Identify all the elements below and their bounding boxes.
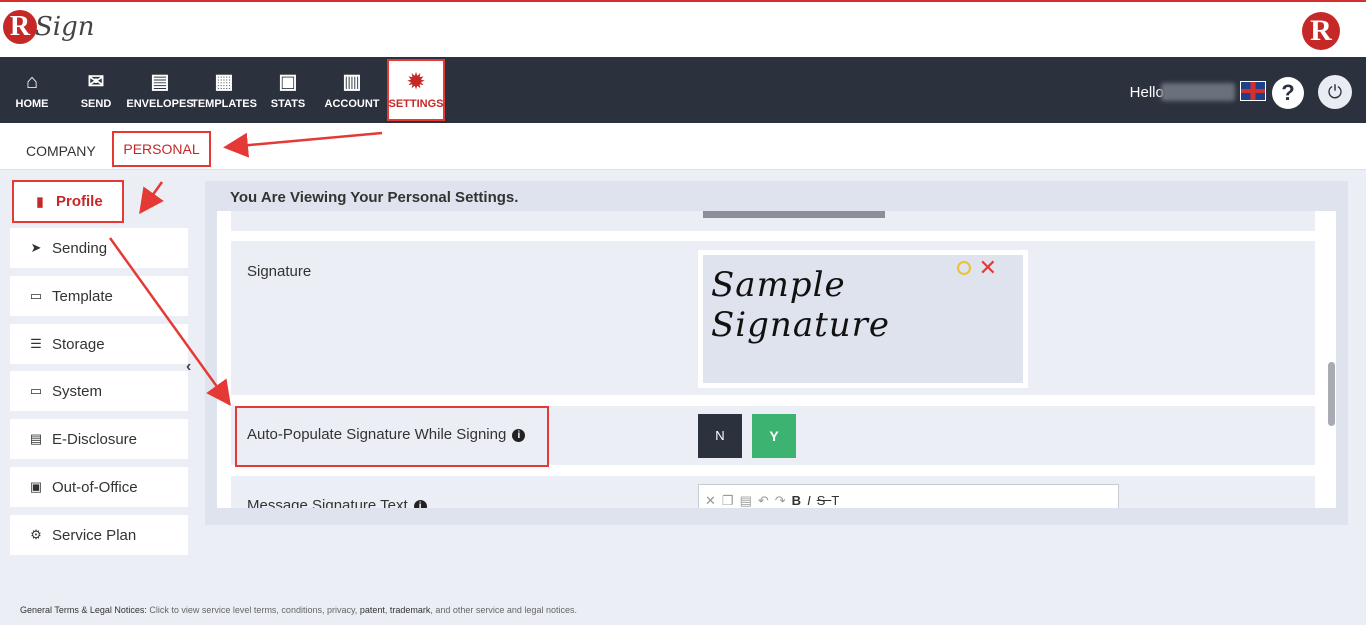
settings-row-autopopulate: Auto-Populate Signature While Signing i N… <box>231 406 1315 465</box>
message-signature-editor-toolbar[interactable]: ✕❐▤↶↷BIST <box>698 484 1119 508</box>
nav-send-label: SEND <box>80 97 112 110</box>
main-nav: ⌂ HOME ✉ SEND ▤ ENVELOPES ▦ TEMPLATES ▣ … <box>0 57 1366 123</box>
nav-envelopes-label: ENVELOPES <box>126 97 194 110</box>
inbox-icon: ▤ <box>150 70 170 93</box>
toggle-yes-button[interactable]: Y <box>752 414 796 458</box>
sidebar-item-system[interactable]: ▭ System <box>10 371 188 411</box>
patent-link[interactable]: patent <box>360 605 385 615</box>
sidebar-item-profile[interactable]: ▮ Profile <box>12 180 124 223</box>
settings-row-message-signature: Message Signature Text i ✕❐▤↶↷BIST <box>231 476 1315 508</box>
nav-settings-label: SETTINGS <box>388 97 444 110</box>
sidebar-item-label: Profile <box>56 193 103 210</box>
monitor-icon: ▭ <box>29 383 43 398</box>
clear-format-icon[interactable]: T <box>831 493 845 508</box>
sidebar-item-label: Template <box>52 287 113 305</box>
power-icon[interactable]: ⏻ <box>1318 75 1352 109</box>
rsign-logo[interactable]: R Sign <box>3 10 95 44</box>
profile-icon: ▮ <box>36 193 44 209</box>
nav-home-label: HOME <box>15 97 49 110</box>
bold-icon[interactable]: B <box>792 493 807 508</box>
sidebar-item-storage[interactable]: ☰ Storage <box>10 324 188 364</box>
message-signature-label-text: Message Signature Text <box>247 497 408 508</box>
sidebar-item-service-plan[interactable]: ⚙ Service Plan <box>10 515 188 555</box>
nav-stats[interactable]: ▣ STATS <box>268 57 308 123</box>
trademark-link[interactable]: trademark <box>390 605 431 615</box>
templates-icon: ▦ <box>214 70 234 93</box>
toggle-no-button[interactable]: N <box>698 414 742 458</box>
image-preview-edge <box>703 211 885 218</box>
redo-icon[interactable]: ↷ <box>775 493 792 508</box>
briefcase-icon: ▣ <box>278 70 298 93</box>
top-header: R Sign R <box>0 0 1366 57</box>
settings-row-signature: Signature Sample Signature ✕ <box>231 241 1315 395</box>
tab-company[interactable]: COMPANY <box>26 143 96 159</box>
footer-tail: , and other service and legal notices. <box>430 605 577 615</box>
uk-flag-icon[interactable] <box>1240 81 1266 101</box>
nav-account[interactable]: ▥ ACCOUNT <box>324 57 380 123</box>
sidebar-item-e-disclosure[interactable]: ▤ E-Disclosure <box>10 419 188 459</box>
sidebar-item-label: System <box>52 382 103 400</box>
close-icon[interactable]: ✕ <box>979 255 997 281</box>
footer-text: Click to view service level terms, condi… <box>146 605 360 615</box>
envelope-icon: ✉ <box>87 70 105 93</box>
document-icon: ▤ <box>29 431 43 446</box>
storage-icon: ☰ <box>30 336 42 351</box>
info-icon[interactable]: i <box>512 429 526 442</box>
calendar-icon: ▣ <box>29 479 43 494</box>
signature-sample: Sample Signature <box>711 265 891 345</box>
nav-home[interactable]: ⌂ HOME <box>12 57 52 123</box>
signature-box: Sample Signature ✕ <box>698 250 1028 388</box>
footer-legal: General Terms & Legal Notices: Click to … <box>20 605 577 615</box>
sidebar-item-label: Storage <box>52 335 105 353</box>
paper-plane-icon: ➤ <box>30 240 42 255</box>
sidebar-item-label: Sending <box>52 239 108 257</box>
autopopulate-label: Auto-Populate Signature While Signing i <box>247 426 526 443</box>
settings-row-partial <box>231 211 1315 231</box>
sidebar-item-label: E-Disclosure <box>52 430 138 448</box>
personal-settings-panel: You Are Viewing Your Personal Settings. … <box>205 181 1348 525</box>
cogs-icon: ⚙ <box>30 527 42 542</box>
company-logo: R <box>1302 12 1340 50</box>
undo-icon[interactable]: ↶ <box>758 493 775 508</box>
nav-envelopes[interactable]: ▤ ENVELOPES <box>126 57 193 123</box>
sidebar-item-label: Out-of-Office <box>52 478 138 496</box>
signature-preview: Sample Signature ✕ <box>703 255 1023 383</box>
paste-icon[interactable]: ▤ <box>740 493 758 508</box>
autopopulate-label-text: Auto-Populate Signature While Signing <box>247 426 507 443</box>
cut-icon[interactable]: ✕ <box>705 493 722 508</box>
tab-personal[interactable]: PERSONAL <box>112 131 211 167</box>
footer-lead: General Terms & Legal Notices: <box>20 605 147 615</box>
nav-account-label: ACCOUNT <box>324 97 380 110</box>
nav-settings[interactable]: ✹ SETTINGS <box>387 59 445 121</box>
page-title: You Are Viewing Your Personal Settings. <box>230 189 519 206</box>
help-icon[interactable]: ? <box>1272 77 1304 109</box>
collapse-sidebar-icon[interactable]: ‹ <box>186 358 191 376</box>
sidebar-item-label: Service Plan <box>52 526 137 544</box>
nav-send[interactable]: ✉ SEND <box>76 57 116 123</box>
logo-mark: R <box>3 10 37 44</box>
sidebar-item-template[interactable]: ▭ Template <box>10 276 188 316</box>
arrow-personal-to-profile <box>139 181 164 215</box>
strike-icon[interactable]: S <box>817 493 832 508</box>
window-icon: ▭ <box>29 288 43 303</box>
settings-tabs: COMPANY PERSONAL <box>0 123 1366 170</box>
account-icon: ▥ <box>342 70 362 93</box>
italic-icon[interactable]: I <box>807 493 817 508</box>
nav-templates-label: TEMPLATES <box>191 97 257 110</box>
gear-icon: ✹ <box>407 70 425 93</box>
logo-wordmark: Sign <box>35 12 95 42</box>
signature-label: Signature <box>247 263 312 280</box>
info-icon[interactable]: i <box>413 500 427 508</box>
sidebar-item-sending[interactable]: ➤ Sending <box>10 228 188 268</box>
nav-templates[interactable]: ▦ TEMPLATES <box>191 57 257 123</box>
user-name-redacted <box>1161 83 1235 101</box>
copy-icon[interactable]: ❐ <box>722 493 740 508</box>
sidebar-item-out-of-office[interactable]: ▣ Out-of-Office <box>10 467 188 507</box>
home-icon: ⌂ <box>25 70 39 93</box>
message-signature-label: Message Signature Text i <box>247 497 427 508</box>
settings-scroll-area: Signature Sample Signature ✕ Auto-Popula… <box>217 211 1336 508</box>
nav-stats-label: STATS <box>270 97 306 110</box>
panel-scrollbar[interactable] <box>1328 362 1335 426</box>
edit-signature-icon[interactable] <box>957 261 971 275</box>
